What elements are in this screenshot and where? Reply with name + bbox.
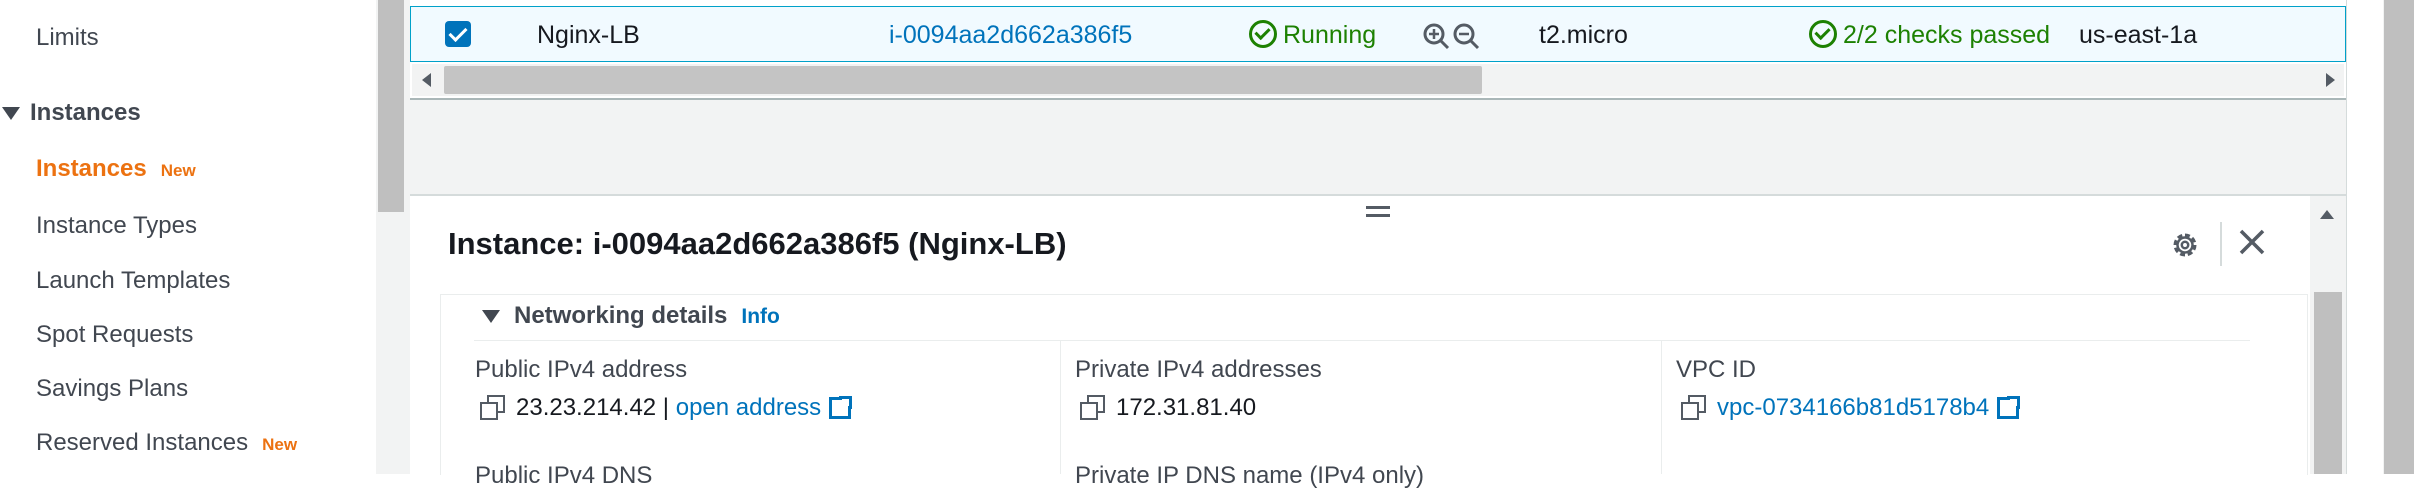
- public-ipv4-label: Public IPv4 address: [475, 356, 688, 383]
- public-ipv4-dns-label: Public IPv4 DNS: [475, 462, 653, 489]
- section-label: Instances: [30, 99, 141, 126]
- page-scrollbar-thumb[interactable]: [2384, 0, 2414, 474]
- sidebar-item-launch-templates[interactable]: Launch Templates: [36, 267, 230, 295]
- gear-icon[interactable]: [2170, 230, 2200, 260]
- cell-availability-zone: us-east-1a: [2079, 21, 2198, 49]
- info-link[interactable]: Info: [741, 305, 779, 328]
- new-badge: New: [262, 435, 298, 454]
- column-divider: [1060, 340, 1061, 474]
- horizontal-scrollbar-thumb[interactable]: [444, 66, 1482, 94]
- sidebar-item-label: Instances: [36, 155, 147, 182]
- new-badge: New: [160, 161, 196, 180]
- zoom-in-icon[interactable]: [1423, 23, 1450, 50]
- cell-instance-type: t2.micro: [1539, 21, 1628, 49]
- sidebar-item-savings-plans[interactable]: Savings Plans: [36, 375, 188, 403]
- external-link-icon[interactable]: [1997, 395, 2022, 419]
- public-ipv4-value: 23.23.214.42 | open address: [480, 394, 854, 422]
- cell-name: Nginx-LB: [537, 21, 640, 49]
- row-checkbox[interactable]: [445, 21, 471, 47]
- sidebar-item-instances[interactable]: Instances New: [36, 155, 196, 183]
- copy-icon[interactable]: [1681, 395, 1706, 420]
- scroll-up-arrow-icon[interactable]: [2320, 210, 2334, 219]
- close-icon[interactable]: [2236, 226, 2268, 258]
- panel-scrollbar-thumb[interactable]: [2314, 292, 2342, 474]
- open-address-link[interactable]: open address: [676, 394, 821, 421]
- sidebar-item-limits[interactable]: Limits: [36, 24, 99, 52]
- sidebar-scrollbar-thumb[interactable]: [378, 0, 404, 212]
- check-circle-icon: [1809, 20, 1837, 48]
- private-ip-dns-label: Private IP DNS name (IPv4 only): [1075, 462, 1425, 489]
- vpc-id-link[interactable]: vpc-0734166b81d5178b4: [1717, 394, 1989, 421]
- public-ipv4-text: 23.23.214.42: [516, 394, 657, 421]
- copy-icon[interactable]: [480, 395, 505, 420]
- sidebar-item-instance-types[interactable]: Instance Types: [36, 212, 197, 240]
- sidebar: Limits Instances Instances New Instance T…: [0, 0, 376, 474]
- zoom-out-icon[interactable]: [1453, 23, 1480, 50]
- sidebar-section-instances[interactable]: Instances: [0, 99, 141, 127]
- section-title: Networking details: [514, 302, 728, 329]
- caret-down-icon: [2, 107, 20, 121]
- caret-down-icon: [482, 310, 500, 324]
- instance-id-link[interactable]: i-0094aa2d662a386f5: [889, 7, 1132, 63]
- vpc-id-value: vpc-0734166b81d5178b4: [1681, 394, 2022, 422]
- cell-status-check[interactable]: 2/2 checks passed: [1809, 7, 2050, 63]
- external-link-icon[interactable]: [829, 395, 854, 419]
- private-ipv4-label: Private IPv4 addresses: [1075, 356, 1322, 383]
- scroll-right-arrow-icon[interactable]: [2326, 73, 2335, 87]
- panel-title: Instance: i-0094aa2d662a386f5 (Nginx-LB): [448, 226, 1067, 261]
- scroll-left-arrow-icon[interactable]: [422, 73, 431, 87]
- sidebar-item-spot-requests[interactable]: Spot Requests: [36, 321, 193, 349]
- zoom-icons: [1423, 7, 1485, 63]
- cell-state: Running: [1249, 7, 1376, 63]
- section-header[interactable]: Networking details Info: [482, 302, 780, 330]
- value-separator: |: [656, 394, 676, 421]
- divider: [474, 340, 2250, 341]
- state-label: Running: [1283, 21, 1377, 49]
- check-circle-icon: [1249, 20, 1277, 48]
- sidebar-item-reserved-instances[interactable]: Reserved Instances New: [36, 429, 297, 457]
- table-row[interactable]: Nginx-LB i-0094aa2d662a386f5 Running t2.…: [410, 6, 2346, 62]
- sidebar-item-label: Reserved Instances: [36, 429, 249, 456]
- private-ipv4-value: 172.31.81.40: [1080, 394, 1256, 422]
- page-scrollbar-gutter: [2346, 0, 2383, 474]
- resize-handle-icon[interactable]: [1366, 204, 1390, 218]
- divider: [2220, 222, 2222, 266]
- private-ipv4-text: 172.31.81.40: [1116, 394, 1257, 421]
- column-divider: [1661, 340, 1662, 474]
- status-check-label: 2/2 checks passed: [1843, 21, 2051, 49]
- copy-icon[interactable]: [1080, 395, 1105, 420]
- vpc-id-label: VPC ID: [1676, 356, 1757, 383]
